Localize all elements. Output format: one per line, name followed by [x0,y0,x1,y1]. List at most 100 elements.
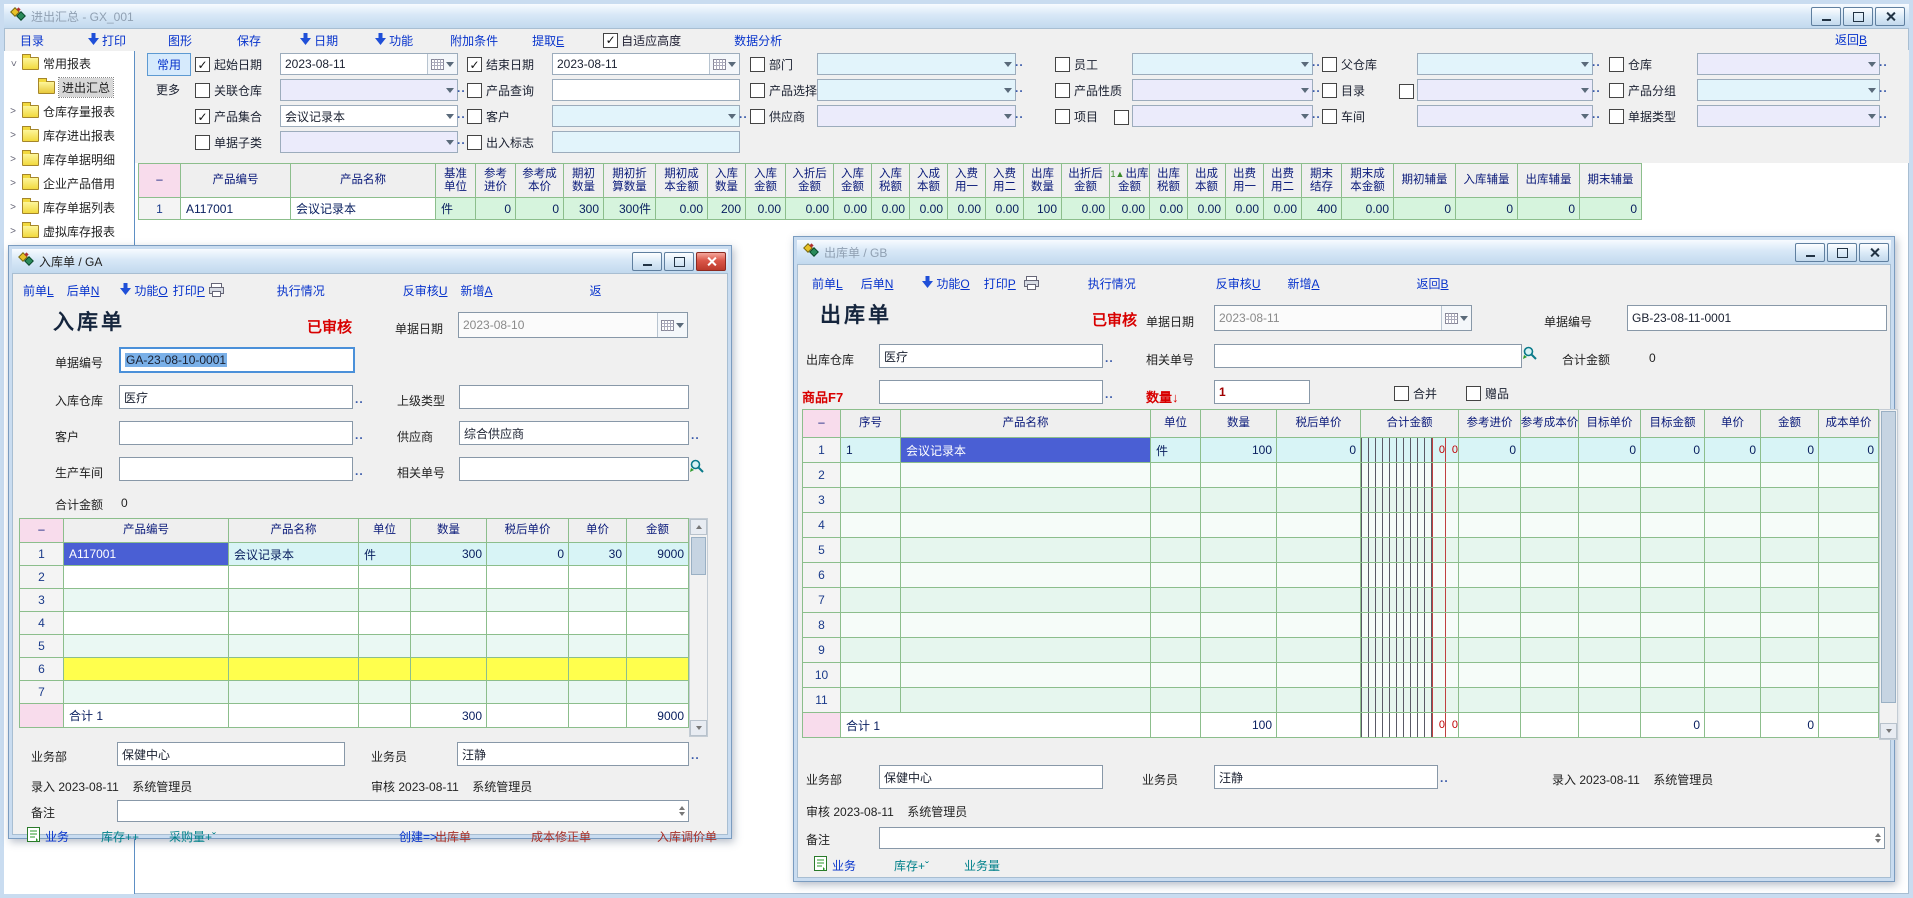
empty-cell[interactable] [487,658,569,681]
empty-cell[interactable] [1459,513,1521,538]
chevron-down-icon[interactable] [1297,106,1312,126]
row-number[interactable]: 5 [20,635,64,658]
sidebar-item-5[interactable]: >库存单据明细 [4,147,134,171]
gb-column-header-11[interactable]: 目标金额 [1641,410,1705,438]
empty-cell[interactable] [1277,563,1361,588]
ga-titlebar[interactable]: 入库单 / GA [12,249,728,273]
column-header-3[interactable]: 参考成本价 [516,164,564,198]
cell-value-5[interactable]: 300件 [604,198,656,220]
ga-date-field[interactable]: 2023-08-10 [458,312,688,338]
gb-grid-scrollbar[interactable] [1879,409,1898,740]
ga-docno-field[interactable]: GA-23-08-10-0001 [119,347,355,373]
gb-merge-checkbox[interactable]: 合并 [1394,385,1437,402]
empty-cell[interactable] [1459,588,1521,613]
empty-cell[interactable] [1151,563,1201,588]
search-icon[interactable] [1522,345,1538,364]
cell-hidden-columns[interactable] [1361,563,1459,588]
empty-cell[interactable] [569,612,627,635]
empty-cell[interactable] [229,612,359,635]
empty-cell[interactable] [841,688,901,713]
filter-checkbox[interactable] [467,135,482,150]
lookup-dots[interactable]: .. [457,107,466,121]
empty-cell[interactable] [64,566,229,589]
gb-toolbar-item-3[interactable]: 功能O [922,275,969,292]
tree-expander-icon[interactable]: > [8,178,18,189]
tree-expander-icon[interactable]: > [8,106,18,117]
cell-value-14[interactable]: 0.00 [986,198,1024,220]
empty-cell[interactable] [359,681,411,704]
empty-cell[interactable] [411,566,487,589]
empty-cell[interactable] [841,588,901,613]
cell-cost-price[interactable]: 0 [1819,438,1879,463]
empty-cell[interactable] [1201,463,1277,488]
empty-cell[interactable] [64,658,229,681]
ga-toolbar-item-1[interactable]: 前单L [23,282,54,299]
empty-cell[interactable] [1277,488,1361,513]
tree-expander-icon[interactable]: > [8,130,18,141]
lookup-dots[interactable]: .. [1312,107,1321,121]
empty-cell[interactable] [1761,688,1819,713]
cell-hidden-columns[interactable] [1361,663,1459,688]
empty-cell[interactable] [1277,613,1361,638]
ga-grid-scrollbar[interactable] [689,518,708,737]
chevron-down-icon[interactable] [1000,80,1015,100]
empty-cell[interactable] [1459,663,1521,688]
empty-cell[interactable] [569,635,627,658]
cell-value-21[interactable]: 0.00 [1264,198,1302,220]
cell-value-12[interactable]: 0.00 [910,198,948,220]
empty-cell[interactable] [1641,613,1705,638]
empty-cell[interactable] [229,658,359,681]
lookup-dots[interactable]: .. [1879,55,1888,69]
column-header-6[interactable]: 期初成本金额 [656,164,708,198]
filter-field-产品查询[interactable] [552,79,740,101]
empty-cell[interactable] [64,681,229,704]
empty-cell[interactable] [901,588,1151,613]
cell-value-9[interactable]: 0.00 [786,198,834,220]
empty-cell[interactable] [1641,688,1705,713]
cell-ref-cost[interactable] [1521,438,1579,463]
filter-checkbox[interactable] [750,109,765,124]
close-button[interactable] [1859,243,1889,262]
filter-field-员工[interactable] [1132,53,1313,75]
column-header-11[interactable]: 入库税额 [872,164,910,198]
search-icon[interactable] [689,458,705,477]
cell-tax-price[interactable]: 0 [487,543,569,566]
empty-cell[interactable] [1761,613,1819,638]
empty-cell[interactable] [1819,513,1879,538]
empty-cell[interactable] [1761,488,1819,513]
empty-cell[interactable] [229,566,359,589]
ga-action-link-成本修正单[interactable]: 成本修正单 [531,828,591,845]
ga-footer-link-业务[interactable]: 业务 [45,828,69,845]
row-number[interactable]: 10 [803,663,841,688]
chevron-down-icon[interactable] [1000,54,1015,74]
empty-cell[interactable] [1579,663,1641,688]
gb-toolbar-item-6[interactable]: 执行情况 [1088,275,1136,292]
cell-value-25[interactable]: 0 [1456,198,1518,220]
filter-checkbox[interactable] [750,57,765,72]
row-number[interactable]: 1 [20,543,64,566]
filter-checkbox[interactable] [1055,83,1070,98]
cell-value-26[interactable]: 0 [1518,198,1580,220]
gb-column-header-3[interactable]: 产品名称 [901,410,1151,438]
column-header-5[interactable]: 期初折算数量 [604,164,656,198]
cell-tax-price[interactable]: 0 [1277,438,1361,463]
cell-value-15[interactable]: 100 [1024,198,1062,220]
menu-item-4[interactable]: 保存 [237,32,261,49]
minimize-button[interactable] [1811,7,1841,26]
empty-cell[interactable] [1459,463,1521,488]
gb-toolbar-item-8[interactable]: 新增A [1287,275,1319,292]
empty-cell[interactable] [1761,463,1819,488]
empty-cell[interactable] [1819,638,1879,663]
empty-cell[interactable] [1201,488,1277,513]
row-number[interactable]: 7 [803,588,841,613]
empty-cell[interactable] [1819,663,1879,688]
empty-cell[interactable] [569,681,627,704]
maximize-button[interactable] [1827,243,1857,262]
empty-cell[interactable] [1521,663,1579,688]
empty-cell[interactable] [901,663,1151,688]
filter-checkbox[interactable] [467,83,482,98]
filter-checkbox[interactable] [195,135,210,150]
empty-cell[interactable] [1521,513,1579,538]
empty-cell[interactable] [1819,688,1879,713]
empty-cell[interactable] [1151,463,1201,488]
